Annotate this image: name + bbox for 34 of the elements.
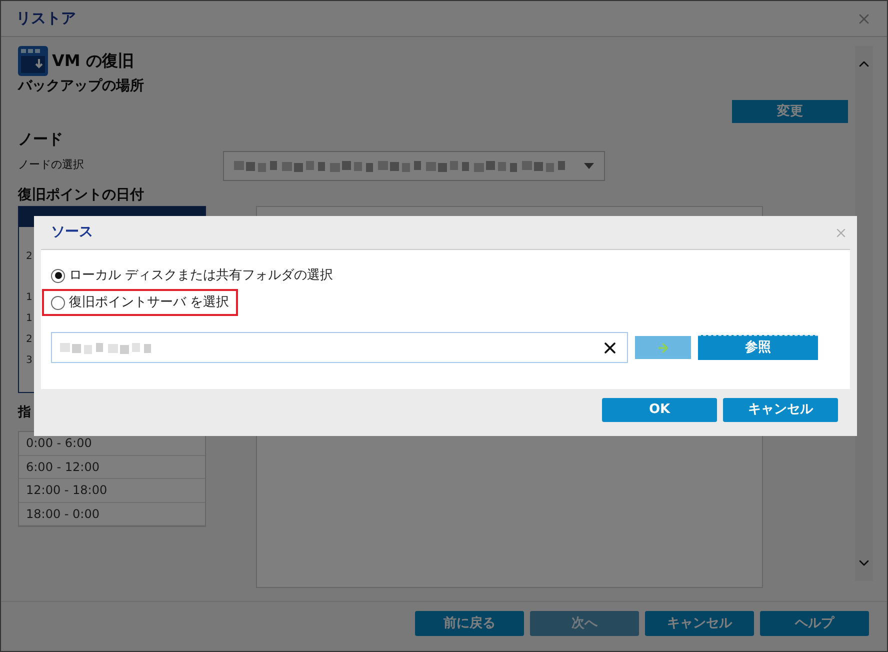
node-heading: ノード	[18, 129, 63, 150]
dialog-title: ソース	[51, 223, 93, 242]
calendar-day[interactable]: 1	[26, 290, 32, 304]
window-title: リストア	[16, 8, 76, 30]
vm-restore-icon	[18, 46, 48, 76]
node-select-label: ノードの選択	[18, 157, 85, 174]
node-dropdown[interactable]	[223, 150, 605, 180]
go-button[interactable]	[635, 336, 691, 359]
radio-option[interactable]: ローカル ディスクまたは共有フォルダの選択	[42, 262, 342, 289]
arrow-right-icon	[656, 340, 670, 354]
time-heading: 指	[18, 404, 31, 422]
calendar-day[interactable]: 3	[26, 352, 32, 368]
footer-button[interactable]: 前に戻る	[415, 611, 524, 636]
dialog-button[interactable]: OK	[602, 398, 717, 422]
dialog-button[interactable]: キャンセル	[723, 398, 838, 422]
browse-button[interactable]: 参照	[698, 335, 818, 360]
footer-button[interactable]: キャンセル	[645, 611, 754, 636]
change-button[interactable]: 変更	[732, 100, 848, 123]
radio-icon	[51, 268, 65, 282]
radio-icon	[51, 296, 65, 310]
section-subtitle: バックアップの場所	[18, 77, 144, 96]
footer-button[interactable]: ヘルプ	[760, 611, 869, 636]
radio-option[interactable]: 復旧ポイントサーバ を選択	[42, 289, 238, 316]
time-range-item[interactable]: 18:00 - 0:00	[19, 502, 205, 526]
scrollbar[interactable]	[855, 46, 873, 581]
calendar-day[interactable]: 1	[26, 310, 32, 326]
calendar-day[interactable]: 2	[26, 248, 32, 264]
section-title: VM の復旧	[52, 50, 134, 72]
calendar-day[interactable]: 2	[26, 332, 32, 346]
time-range-item[interactable]: 12:00 - 18:00	[19, 479, 205, 502]
source-path-field[interactable]	[51, 332, 628, 363]
dropdown-caret-icon	[584, 162, 594, 168]
time-range-item[interactable]: 6:00 - 12:00	[19, 456, 205, 479]
recovery-date-heading: 復旧ポイントの日付	[18, 186, 144, 204]
